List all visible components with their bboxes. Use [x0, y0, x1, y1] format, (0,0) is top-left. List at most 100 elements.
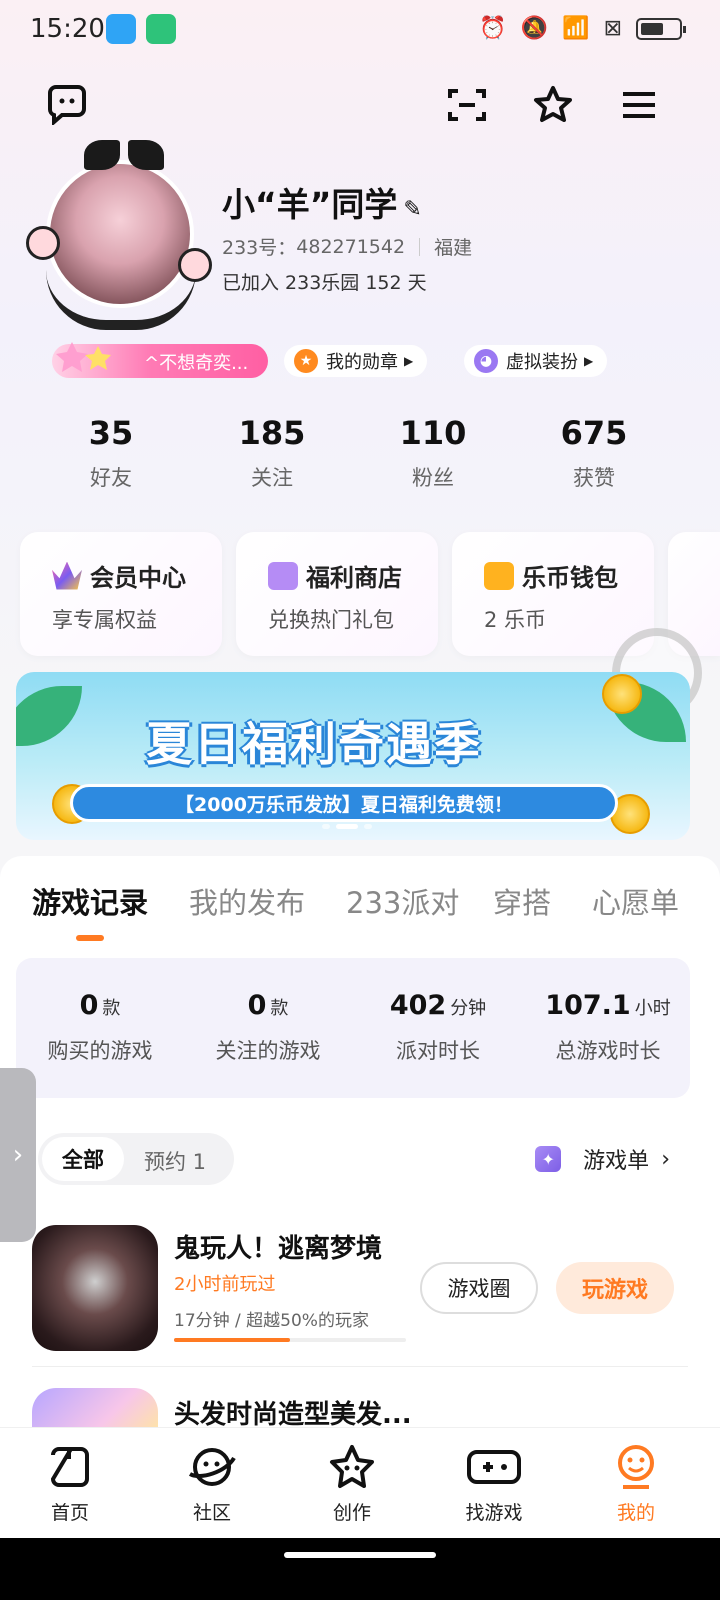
game-stat-unit: 款	[270, 998, 289, 1019]
game-progress-fill	[174, 1338, 290, 1342]
stat-label: 获赞	[573, 466, 615, 490]
nav-label: 首页	[50, 1502, 89, 1524]
game-stat-followed[interactable]: 0款 关注的游戏	[208, 990, 328, 1065]
nav-create[interactable]: 创作	[302, 1438, 402, 1525]
game-circle-button[interactable]: 游戏圈	[420, 1262, 538, 1314]
nav-home[interactable]: 首页	[20, 1438, 120, 1525]
stat-following[interactable]: 185 关注	[212, 414, 332, 492]
scan-icon[interactable]	[444, 82, 490, 128]
edit-icon[interactable]: ✎	[403, 197, 421, 222]
tab-party[interactable]: 233派对	[346, 880, 459, 922]
tab-game-records[interactable]: 游戏记录	[32, 880, 148, 922]
home-icon	[20, 1438, 120, 1496]
tab-my-posts[interactable]: 我的发布	[189, 880, 305, 922]
banner-pagination	[322, 824, 372, 829]
filter-reserve[interactable]: 预约 1	[144, 1146, 206, 1176]
crown-icon	[52, 561, 82, 590]
nav-label: 我的	[616, 1502, 655, 1524]
security-app-icon	[146, 14, 176, 44]
game-last-played: 2小时前玩过	[174, 1274, 276, 1295]
menu-icon[interactable]	[616, 82, 662, 128]
game-stat-purchased[interactable]: 0款 购买的游戏	[40, 990, 160, 1065]
game-filter-segment: 全部 预约 1	[38, 1133, 234, 1185]
game-stat-party-time[interactable]: 402 分钟 派对时长	[378, 990, 498, 1065]
sim-icon: ⊠	[603, 16, 622, 41]
stat-value: 110	[399, 414, 467, 452]
game-list-button[interactable]: ✦ 游戏单 ›	[535, 1143, 670, 1175]
user-name[interactable]: 小“羊”同学 ✎	[222, 178, 422, 226]
store-app-icon	[106, 14, 136, 44]
game-stat-value: 402	[389, 990, 447, 1021]
game-stat-unit: 款	[102, 998, 121, 1019]
user-name-text: 小“羊”同学	[222, 185, 398, 224]
card-subtitle: 兑换热门礼包	[268, 608, 394, 632]
side-drawer-handle[interactable]: ›	[0, 1068, 36, 1242]
game-stat-value: 0	[247, 990, 267, 1021]
star-icon	[302, 1438, 402, 1496]
tab-outfit[interactable]: 穿搭	[493, 880, 551, 922]
stat-followers[interactable]: 110 粉丝	[373, 414, 493, 492]
status-bar: 15:20 ⏰ 🔕 📶 ⊠	[0, 0, 720, 62]
filter-all[interactable]: 全部	[42, 1137, 124, 1181]
avatar-image	[46, 160, 194, 308]
profile-icon	[586, 1438, 686, 1496]
game-stat-value: 107.1	[545, 990, 631, 1021]
welfare-shop-card[interactable]: 福利商店 兑换热门礼包	[236, 532, 438, 656]
favorite-star-icon[interactable]	[530, 82, 576, 128]
banner-headline: 夏日福利奇遇季	[146, 717, 482, 771]
avatar-frame-paw	[178, 248, 212, 282]
vip-center-card[interactable]: 会员中心 享专属权益	[20, 532, 222, 656]
message-icon[interactable]	[44, 82, 90, 128]
tab-wishlist[interactable]: 心愿单	[592, 880, 679, 922]
game-stat-unit: 分钟	[450, 998, 487, 1019]
chevron-right-icon: ›	[661, 1146, 670, 1172]
gift-icon	[268, 561, 298, 590]
cat-face-icon: ◕	[474, 349, 498, 373]
stat-value: 675	[560, 414, 628, 452]
game-icon[interactable]	[32, 1225, 158, 1351]
nav-me[interactable]: 我的	[586, 1438, 686, 1525]
game-name[interactable]: 鬼玩人！逃离梦境	[174, 1228, 382, 1265]
joined-days: 已加入 233乐园 152 天	[222, 272, 427, 294]
nav-label: 社区	[192, 1502, 231, 1524]
avatar-frame-paw	[26, 226, 60, 260]
nav-find-games[interactable]: 找游戏	[444, 1438, 544, 1525]
sparkle-icon: ✦	[535, 1146, 562, 1172]
triangle-right-icon: ▶	[404, 354, 414, 368]
user-location: 福建	[434, 237, 473, 259]
game-stat-label: 关注的游戏	[215, 1039, 321, 1063]
palm-leaf-decoration	[16, 686, 82, 746]
active-tab-indicator	[76, 935, 104, 941]
stat-label: 好友	[90, 466, 132, 490]
planet-icon	[162, 1438, 262, 1496]
outfit-chip[interactable]: ◕ 虚拟装扮 ▶	[464, 345, 608, 377]
home-indicator[interactable]	[284, 1552, 436, 1558]
card-subtitle: 2 乐币	[484, 608, 547, 632]
promo-banner[interactable]: 夏日福利奇遇季 【2000万乐币发放】夏日福利免费领！	[16, 672, 690, 840]
card-subtitle: 享专属权益	[52, 608, 157, 632]
game-stat-label: 购买的游戏	[47, 1039, 153, 1063]
stat-friends[interactable]: 35 好友	[51, 414, 171, 492]
card-title: 福利商店	[306, 564, 402, 592]
stat-label: 粉丝	[412, 466, 454, 490]
signature-chip[interactable]: ^不想奇奕...	[52, 342, 268, 378]
play-game-button[interactable]: 玩游戏	[556, 1262, 674, 1314]
game-stat-total-time[interactable]: 107.1 小时 总游戏时长	[538, 990, 678, 1065]
game-list-label: 游戏单	[583, 1149, 650, 1174]
nav-label: 创作	[332, 1502, 371, 1524]
outfit-label: 虚拟装扮	[506, 352, 578, 373]
game-playtime-meta: 17分钟 / 超越50%的玩家	[174, 1311, 369, 1331]
triangle-right-icon: ▶	[584, 354, 594, 368]
medals-chip[interactable]: ★ 我的勋章 ▶	[284, 345, 428, 377]
user-id-value[interactable]: 482271542	[296, 236, 405, 258]
nav-community[interactable]: 社区	[162, 1438, 262, 1525]
avatar[interactable]	[26, 140, 212, 330]
sparkle-stars-icon	[56, 342, 111, 372]
game-name[interactable]: 头发时尚造型美发...	[174, 1394, 412, 1431]
medal-icon: ★	[294, 349, 318, 373]
stat-likes[interactable]: 675 获赞	[534, 414, 654, 492]
coin-wallet-card[interactable]: 乐币钱包 2 乐币	[452, 532, 654, 656]
divider	[32, 1366, 688, 1367]
card-title: 乐币钱包	[522, 564, 618, 592]
signature-text: ^不想奇奕...	[144, 353, 249, 374]
